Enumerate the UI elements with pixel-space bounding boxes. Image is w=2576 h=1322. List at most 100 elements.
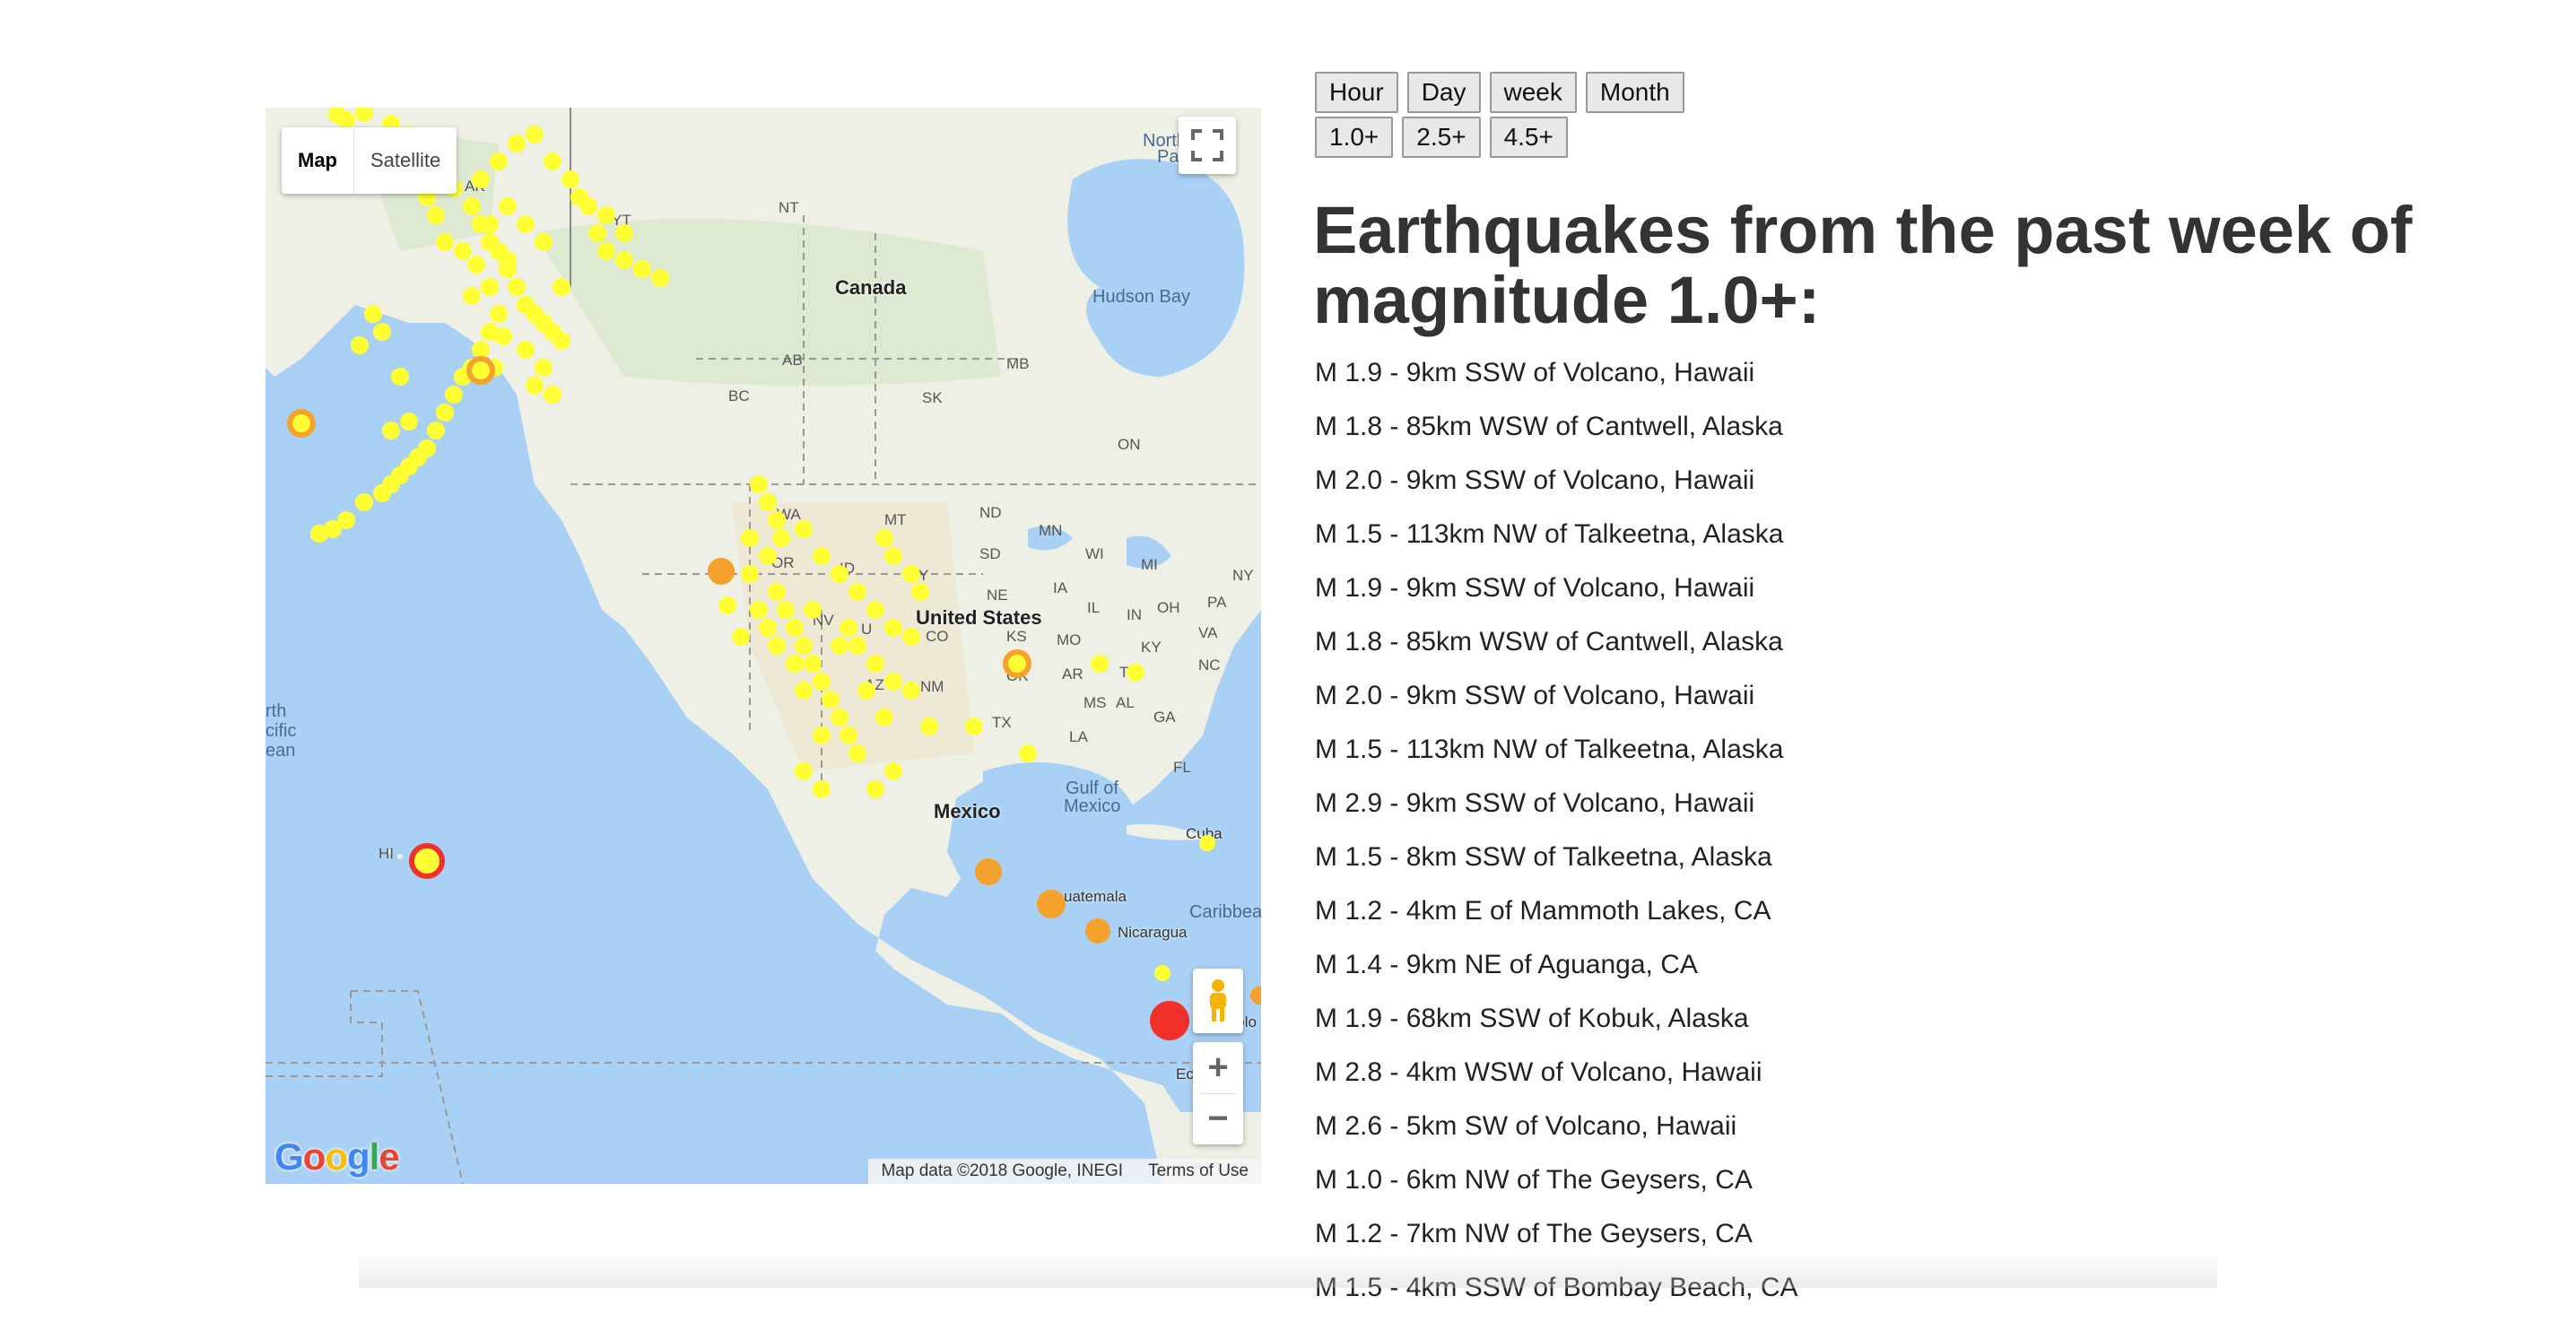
earthquake-marker[interactable] bbox=[849, 744, 866, 762]
earthquake-marker[interactable] bbox=[768, 583, 786, 601]
earthquake-marker[interactable] bbox=[1019, 744, 1037, 762]
earthquake-marker[interactable] bbox=[813, 780, 831, 798]
earthquake-marker[interactable] bbox=[1199, 835, 1215, 851]
earthquake-marker[interactable] bbox=[1127, 664, 1144, 682]
earthquake-marker[interactable] bbox=[454, 242, 472, 260]
earthquake-marker[interactable] bbox=[750, 601, 768, 619]
earthquake-marker[interactable] bbox=[795, 682, 813, 700]
earthquake-marker[interactable] bbox=[768, 511, 786, 529]
earthquake-marker[interactable] bbox=[544, 152, 561, 170]
earthquake-marker[interactable] bbox=[391, 368, 409, 386]
earthquake-marker[interactable] bbox=[1003, 649, 1031, 678]
earthquake-marker[interactable] bbox=[795, 637, 813, 655]
earthquake-marker[interactable] bbox=[373, 323, 391, 341]
earthquake-marker[interactable] bbox=[1091, 655, 1109, 673]
street-view-pegman[interactable] bbox=[1193, 969, 1243, 1033]
earthquake-marker[interactable] bbox=[481, 278, 499, 296]
earthquake-marker[interactable] bbox=[866, 655, 884, 673]
magnitude-1-button[interactable]: 1.0+ bbox=[1315, 117, 1394, 158]
fullscreen-button[interactable] bbox=[1179, 117, 1236, 174]
earthquake-marker[interactable] bbox=[508, 135, 526, 152]
earthquake-marker[interactable] bbox=[508, 278, 526, 296]
earthquake-marker[interactable] bbox=[902, 628, 920, 646]
earthquake-marker[interactable] bbox=[499, 197, 517, 215]
earthquake-marker[interactable] bbox=[759, 547, 777, 565]
earthquake-marker[interactable] bbox=[1037, 890, 1066, 918]
week-button[interactable]: week bbox=[1489, 72, 1577, 113]
earthquake-marker[interactable] bbox=[884, 673, 902, 691]
earthquake-marker[interactable] bbox=[615, 251, 633, 269]
earthquake-marker[interactable] bbox=[633, 260, 651, 278]
earthquake-marker[interactable] bbox=[615, 224, 633, 242]
earthquake-marker[interactable] bbox=[795, 520, 813, 538]
earthquake-marker[interactable] bbox=[831, 565, 849, 583]
earthquake-marker[interactable] bbox=[866, 601, 884, 619]
map-view-button[interactable]: Map bbox=[282, 127, 354, 194]
zoom-control[interactable]: + − bbox=[1193, 1042, 1243, 1144]
magnitude-2-5-button[interactable]: 2.5+ bbox=[1402, 117, 1481, 158]
earthquake-marker[interactable] bbox=[579, 197, 597, 215]
earthquake-marker[interactable] bbox=[490, 305, 508, 323]
earthquake-marker[interactable] bbox=[759, 493, 777, 511]
earthquake-marker[interactable] bbox=[472, 170, 490, 188]
map-type-control[interactable]: Map Satellite bbox=[282, 127, 457, 194]
earthquake-marker[interactable] bbox=[382, 422, 400, 439]
earthquake-markers[interactable] bbox=[265, 108, 1261, 1184]
earthquake-marker[interactable] bbox=[795, 762, 813, 780]
earthquake-marker[interactable] bbox=[535, 359, 553, 377]
earthquake-marker[interactable] bbox=[494, 327, 512, 345]
earthquake-marker[interactable] bbox=[741, 529, 759, 547]
earthquake-marker[interactable] bbox=[355, 108, 373, 122]
magnitude-4-5-button[interactable]: 4.5+ bbox=[1489, 117, 1568, 158]
earthquake-marker[interactable] bbox=[866, 780, 884, 798]
earthquake-marker[interactable] bbox=[351, 336, 369, 354]
earthquake-marker[interactable] bbox=[813, 673, 831, 691]
earthquake-marker[interactable] bbox=[750, 475, 768, 493]
earthquake-marker[interactable] bbox=[822, 691, 840, 709]
zoom-in-button[interactable]: + bbox=[1193, 1043, 1243, 1093]
earthquake-marker[interactable] bbox=[651, 269, 669, 287]
earthquake-marker[interactable] bbox=[337, 111, 355, 129]
earthquake-marker[interactable] bbox=[544, 386, 561, 404]
satellite-view-button[interactable]: Satellite bbox=[354, 127, 457, 194]
zoom-out-button[interactable]: − bbox=[1193, 1094, 1243, 1144]
earthquake-marker[interactable] bbox=[535, 233, 553, 251]
earthquake-marker[interactable] bbox=[777, 601, 795, 619]
earthquake-marker[interactable] bbox=[436, 233, 454, 251]
earthquake-marker[interactable] bbox=[463, 287, 481, 305]
earthquake-marker[interactable] bbox=[1085, 918, 1110, 944]
earthquake-marker[interactable] bbox=[975, 858, 1002, 885]
earthquake-marker[interactable] bbox=[849, 637, 866, 655]
earthquake-marker[interactable] bbox=[732, 628, 750, 646]
earthquake-marker[interactable] bbox=[409, 843, 445, 879]
earthquake-marker[interactable] bbox=[597, 242, 615, 260]
earthquake-marker[interactable] bbox=[400, 413, 418, 431]
earthquake-marker[interactable] bbox=[875, 709, 893, 726]
earthquake-marker[interactable] bbox=[463, 197, 481, 215]
earthquake-marker[interactable] bbox=[759, 619, 777, 637]
earthquake-marker[interactable] bbox=[813, 547, 831, 565]
earthquake-marker[interactable] bbox=[804, 601, 822, 619]
month-button[interactable]: Month bbox=[1585, 72, 1684, 113]
earthquake-marker[interactable] bbox=[526, 126, 544, 144]
earthquake-marker[interactable] bbox=[553, 332, 570, 350]
earthquake-marker[interactable] bbox=[427, 206, 445, 224]
earthquake-marker[interactable] bbox=[427, 422, 445, 439]
earthquake-marker[interactable] bbox=[831, 709, 849, 726]
hour-button[interactable]: Hour bbox=[1315, 72, 1398, 113]
earthquake-marker[interactable] bbox=[467, 256, 485, 274]
earthquake-marker[interactable] bbox=[517, 215, 535, 233]
earthquake-marker[interactable] bbox=[804, 655, 822, 673]
earthquake-marker[interactable] bbox=[597, 206, 615, 224]
earthquake-marker[interactable] bbox=[588, 224, 606, 242]
terms-of-use-link[interactable]: Terms of Use bbox=[1136, 1159, 1261, 1184]
earthquake-marker[interactable] bbox=[481, 215, 499, 233]
earthquake-marker[interactable] bbox=[718, 596, 736, 614]
earthquake-marker[interactable] bbox=[287, 409, 316, 438]
earthquake-marker[interactable] bbox=[786, 619, 804, 637]
earthquake-marker[interactable] bbox=[840, 619, 857, 637]
earthquake-marker[interactable] bbox=[553, 278, 570, 296]
earthquake-marker[interactable] bbox=[849, 583, 866, 601]
earthquake-marker[interactable] bbox=[920, 718, 938, 735]
earthquake-marker[interactable] bbox=[364, 305, 382, 323]
